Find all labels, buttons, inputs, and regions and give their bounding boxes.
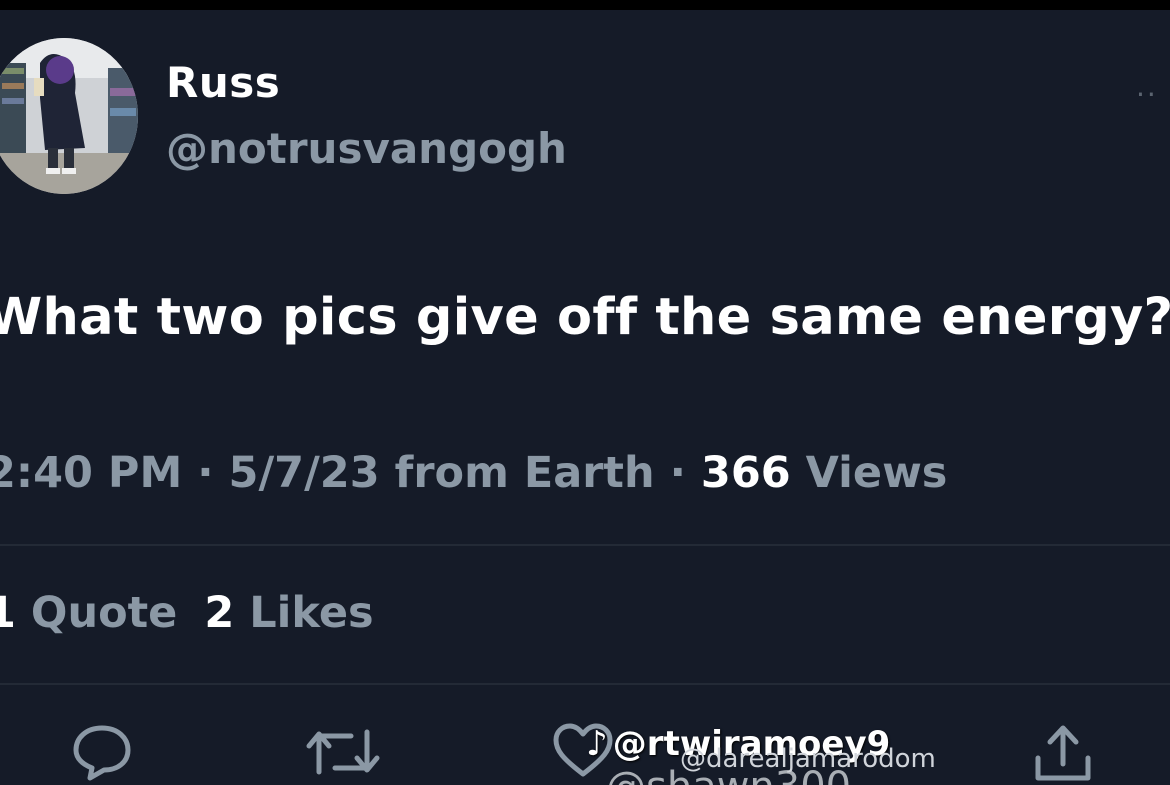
quotes-count: 1 — [0, 588, 16, 638]
reply-button[interactable] — [70, 722, 134, 782]
meta-separator: · — [197, 448, 229, 498]
meta-separator: · — [669, 448, 701, 498]
views-label: Views — [805, 448, 948, 498]
engagement-stats: 1 Quote 2 Likes — [0, 588, 374, 638]
divider — [0, 544, 1170, 546]
divider — [0, 683, 1170, 685]
likes-count: 2 — [204, 588, 235, 638]
quotes-label: Quote — [30, 588, 178, 638]
retweet-icon — [306, 729, 380, 775]
tweet-text: What two pics give off the same energy?? — [0, 288, 1170, 347]
reply-icon — [73, 725, 131, 781]
views-count: 366 — [700, 448, 791, 498]
video-watermark: ♪ @rtwiramoey9 @darealjamarodom @shawn30… — [586, 724, 936, 785]
tweet-date[interactable]: 5/7/23 — [229, 448, 380, 498]
top-bar — [0, 0, 1170, 10]
share-button[interactable] — [1032, 722, 1094, 784]
avatar-image — [0, 38, 138, 194]
more-options-icon[interactable]: ·· — [1136, 78, 1158, 111]
retweet-button[interactable] — [305, 722, 381, 782]
tweet-meta: 2:40 PM · 5/7/23 from Earth · 366 Views — [0, 448, 947, 498]
display-name[interactable]: Russ — [166, 58, 280, 107]
tweet-source: from Earth — [394, 448, 655, 498]
quote-stat[interactable]: 1 Quote — [0, 588, 192, 638]
likes-stat[interactable]: 2 Likes — [204, 588, 373, 638]
tiktok-icon: ♪ — [586, 724, 608, 764]
tweet-time[interactable]: 2:40 PM — [0, 448, 182, 498]
share-icon — [1035, 725, 1091, 781]
avatar[interactable] — [0, 38, 138, 194]
user-handle[interactable]: @notrusvangogh — [166, 124, 567, 173]
likes-label: Likes — [249, 588, 374, 638]
watermark-tertiary: @shawn300 — [606, 764, 851, 785]
